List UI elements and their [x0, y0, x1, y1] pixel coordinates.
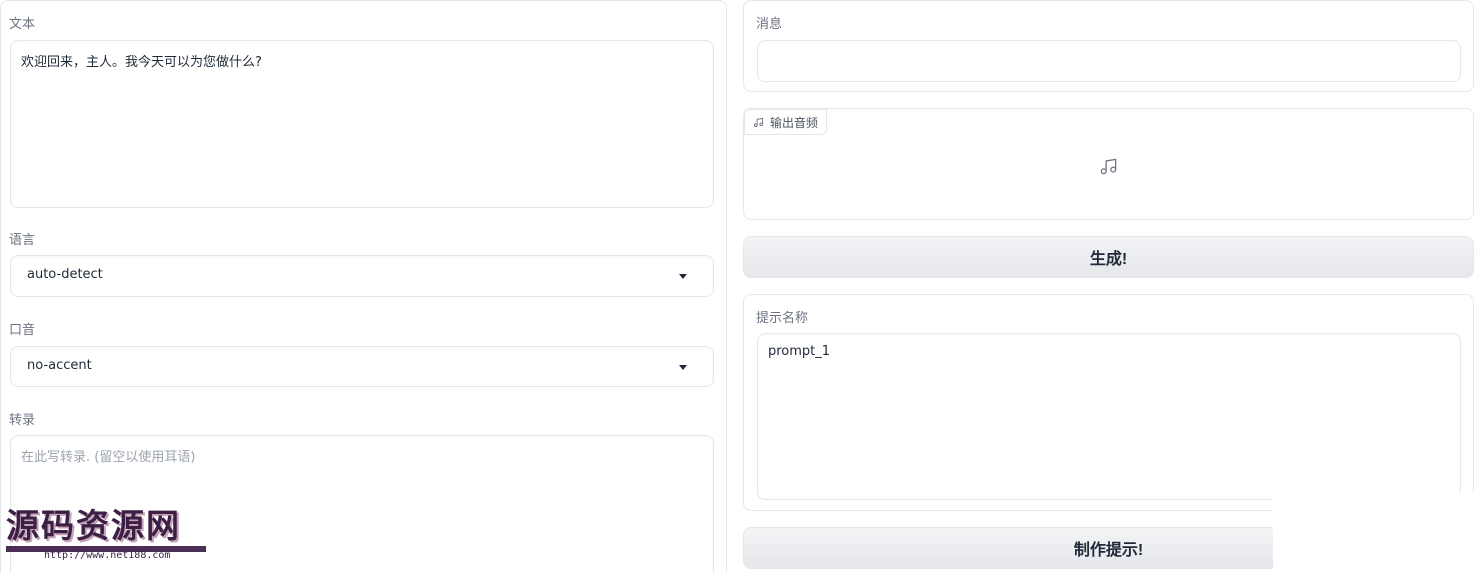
watermark-logo: 源码资源网 http://www.net188.com — [6, 506, 206, 570]
accent-selected-value: no-accent — [27, 358, 92, 373]
prompt-name-block: 提示名称 prompt_1 — [743, 294, 1474, 511]
accent-select[interactable]: no-accent — [10, 346, 714, 387]
caret-down-icon — [679, 274, 687, 279]
audio-output-tag: 输出音频 — [744, 109, 828, 135]
prompt-name-input[interactable]: prompt_1 — [757, 333, 1461, 500]
music-note-icon — [1099, 157, 1118, 180]
accent-label: 口音 — [9, 323, 36, 338]
message-input[interactable] — [757, 40, 1461, 82]
language-select[interactable]: auto-detect — [10, 255, 714, 297]
text-input[interactable]: 欢迎回来，主人。我今天可以为您做什么? — [10, 40, 714, 208]
watermark-url: http://www.net188.com — [44, 550, 171, 561]
prompt-name-label: 提示名称 — [756, 311, 809, 326]
left-column: 文本 欢迎回来，主人。我今天可以为您做什么? 语言 auto-detect 口音… — [0, 0, 727, 573]
right-column: 消息 输出音频 生成! 提示名称 prompt_1 制作提示! — [743, 0, 1474, 573]
message-label: 消息 — [756, 17, 783, 32]
caret-down-icon — [679, 365, 687, 370]
message-block: 消息 — [743, 0, 1474, 92]
watermark-text: 源码资源网 — [6, 506, 181, 545]
audio-output-label: 输出音频 — [770, 115, 819, 130]
text-block: 文本 欢迎回来，主人。我今天可以为您做什么? — [0, 0, 727, 218]
music-note-icon — [753, 117, 764, 128]
text-label: 文本 — [9, 17, 36, 32]
language-label: 语言 — [9, 233, 36, 248]
audio-output-block: 输出音频 — [743, 108, 1474, 220]
accent-block: 口音 no-accent — [0, 307, 727, 398]
language-selected-value: auto-detect — [27, 267, 103, 282]
overlay-patch — [1273, 492, 1476, 573]
transcript-label: 转录 — [9, 413, 36, 428]
generate-button[interactable]: 生成! — [743, 236, 1474, 278]
language-block: 语言 auto-detect — [0, 217, 727, 308]
